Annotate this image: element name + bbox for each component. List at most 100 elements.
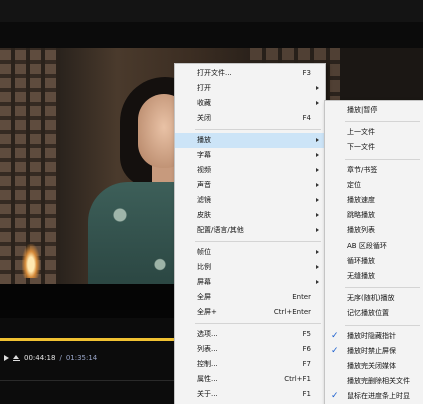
main-menu-item-label: 列表...	[197, 345, 218, 353]
main-menu-item[interactable]: 全屏+ Ctrl+Enter	[175, 305, 325, 320]
main-menu-item[interactable]: 屏幕	[175, 275, 325, 290]
time-display: 00:44:18 / 01:35:14	[4, 351, 97, 365]
media-player-window: 00:44:18 / 01:35:14 打开文件... F3 打开收藏关闭 F4 播放字…	[0, 0, 423, 404]
playback-menu-item-label: 鼠标在进度条上时显	[347, 392, 410, 401]
main-menu-item-shortcut: F5	[302, 330, 311, 338]
menu-separator	[195, 323, 321, 324]
context-submenu-playback: 播放|暂停上一文件 下一文件章节/书签定位播放速度跳略播放播放列表 AB 区段循环循…	[324, 100, 423, 404]
playback-menu-item[interactable]: 上一文件	[325, 125, 423, 140]
menu-separator	[345, 121, 420, 123]
time-separator: /	[59, 354, 62, 362]
checkmark-icon: ✓	[331, 345, 339, 356]
main-menu-item-shortcut: F6	[302, 345, 311, 353]
menu-separator	[345, 287, 420, 289]
submenu-arrow-icon	[316, 265, 319, 269]
title-bar	[0, 0, 423, 22]
playback-menu-item[interactable]: 无缝播放	[325, 269, 423, 284]
seek-bar-fill	[0, 338, 195, 341]
playback-menu-item[interactable]: 播放完删除相关文件	[325, 374, 423, 389]
playback-menu-item-label: 播放速度	[347, 196, 375, 204]
main-menu-item[interactable]: 滤镜	[175, 193, 325, 208]
main-menu-item-label: 控制...	[197, 360, 218, 368]
playback-menu-item-label: 播放列表	[347, 226, 375, 235]
submenu-arrow-icon	[316, 183, 319, 187]
main-menu-item[interactable]: 关闭 F4	[175, 111, 325, 126]
main-menu-item[interactable]: 打开	[175, 81, 325, 96]
main-menu-item-label: 屏幕	[197, 278, 211, 286]
playback-menu-item[interactable]: ✓ 播放时隐藏指针	[325, 329, 423, 344]
menu-separator	[195, 129, 321, 130]
submenu-arrow-icon	[316, 250, 319, 254]
main-menu-item-label: 滤镜	[197, 196, 211, 204]
context-menu-main: 打开文件... F3 打开收藏关闭 F4 播放字幕视频声音滤镜皮肤配置/语言/其他帧位比…	[174, 63, 326, 404]
main-menu-item-label: 全屏	[197, 293, 211, 301]
main-menu-item-shortcut: Ctrl+Enter	[273, 308, 311, 316]
main-menu-item-label: 配置/语言/其他	[197, 226, 244, 234]
main-menu-item-label: 打开文件...	[197, 69, 232, 77]
main-menu-item-label: 播放	[197, 136, 211, 144]
playback-menu-item[interactable]: 跳略播放	[325, 208, 423, 223]
playback-menu-item-label: 循环播放	[347, 256, 375, 265]
eject-icon[interactable]	[13, 354, 20, 362]
main-menu-item[interactable]: 帧位	[175, 245, 325, 260]
main-menu-item-label: 打开	[197, 84, 211, 92]
main-menu-item[interactable]: 选项... F5	[175, 327, 325, 342]
main-menu-item-label: 声音	[197, 181, 211, 189]
playback-menu-item-label: 播放|暂停	[347, 106, 378, 114]
playback-menu-item[interactable]: 定位	[325, 178, 423, 193]
submenu-arrow-icon	[316, 153, 319, 157]
main-menu-item-label: 字幕	[197, 151, 211, 159]
main-menu-item[interactable]: 关于... F1	[175, 387, 325, 402]
main-menu-item[interactable]: 字幕	[175, 148, 325, 163]
main-menu-item[interactable]: 皮肤	[175, 208, 325, 223]
main-menu-item[interactable]: 声音	[175, 178, 325, 193]
main-menu-item-shortcut: F3	[302, 69, 311, 77]
menu-separator	[195, 241, 321, 242]
playback-menu-item[interactable]: 播放列表	[325, 223, 423, 238]
play-icon[interactable]	[4, 355, 9, 361]
main-menu-item-label: 关闭	[197, 114, 211, 122]
playback-menu-item[interactable]: 循环播放	[325, 254, 423, 269]
playback-menu-item-label: AB 区段循环	[347, 241, 387, 250]
main-menu-item[interactable]: 视频	[175, 163, 325, 178]
main-menu-item[interactable]: 属性... Ctrl+F1	[175, 372, 325, 387]
menu-separator	[345, 324, 420, 326]
main-menu-item[interactable]: 收藏	[175, 96, 325, 111]
playback-menu-item-label: 播放时禁止屏保	[347, 346, 396, 355]
main-menu-item-shortcut: F4	[302, 114, 311, 122]
playback-menu-item[interactable]: 章节/书签	[325, 163, 423, 178]
main-menu-item-label: 视频	[197, 166, 211, 174]
playback-menu-item[interactable]: 播放|暂停	[325, 103, 423, 118]
checkmark-icon: ✓	[331, 391, 339, 402]
playback-menu-item[interactable]: ✓ 鼠标在进度条上时显	[325, 389, 423, 404]
main-menu-item[interactable]: 打开文件... F3	[175, 66, 325, 81]
main-menu-item[interactable]: 比例	[175, 260, 325, 275]
playback-menu-item[interactable]: ✓ 播放时禁止屏保	[325, 344, 423, 359]
playback-menu-item[interactable]: 下一文件	[325, 140, 423, 155]
main-menu-item[interactable]: 全屏 Enter	[175, 290, 325, 305]
main-menu-item-shortcut: Enter	[292, 293, 311, 301]
submenu-arrow-icon	[316, 168, 319, 172]
video-letterbox-top	[0, 22, 423, 48]
controls-divider	[0, 380, 175, 381]
playback-menu-item-label: 无序(随机)播放	[347, 294, 395, 303]
playback-menu-item[interactable]: 无序(随机)播放	[325, 291, 423, 306]
main-menu-item[interactable]: 播放	[175, 133, 325, 148]
playback-menu-item[interactable]: AB 区段循环	[325, 239, 423, 254]
main-menu-item-shortcut: F7	[302, 360, 311, 368]
main-menu-item[interactable]: 列表... F6	[175, 342, 325, 357]
total-duration: 01:35:14	[65, 354, 98, 362]
playback-menu-item-label: 定位	[347, 180, 361, 189]
main-menu-item-shortcut: F1	[302, 390, 311, 398]
main-menu-item[interactable]: 控制... F7	[175, 357, 325, 372]
playback-menu-item[interactable]: 播放完关闭媒体	[325, 359, 423, 374]
submenu-arrow-icon	[316, 280, 319, 284]
main-menu-item-label: 全屏+	[197, 308, 217, 316]
playback-menu-item[interactable]: 播放速度	[325, 193, 423, 208]
main-menu-item[interactable]: 配置/语言/其他	[175, 223, 325, 238]
menu-separator	[345, 158, 420, 160]
video-scene-lamp	[22, 244, 40, 278]
playback-menu-item-label: 章节/书签	[347, 165, 378, 174]
playback-menu-item[interactable]: 记忆播放位置	[325, 306, 423, 321]
main-menu-item-shortcut: Ctrl+F1	[284, 375, 311, 383]
